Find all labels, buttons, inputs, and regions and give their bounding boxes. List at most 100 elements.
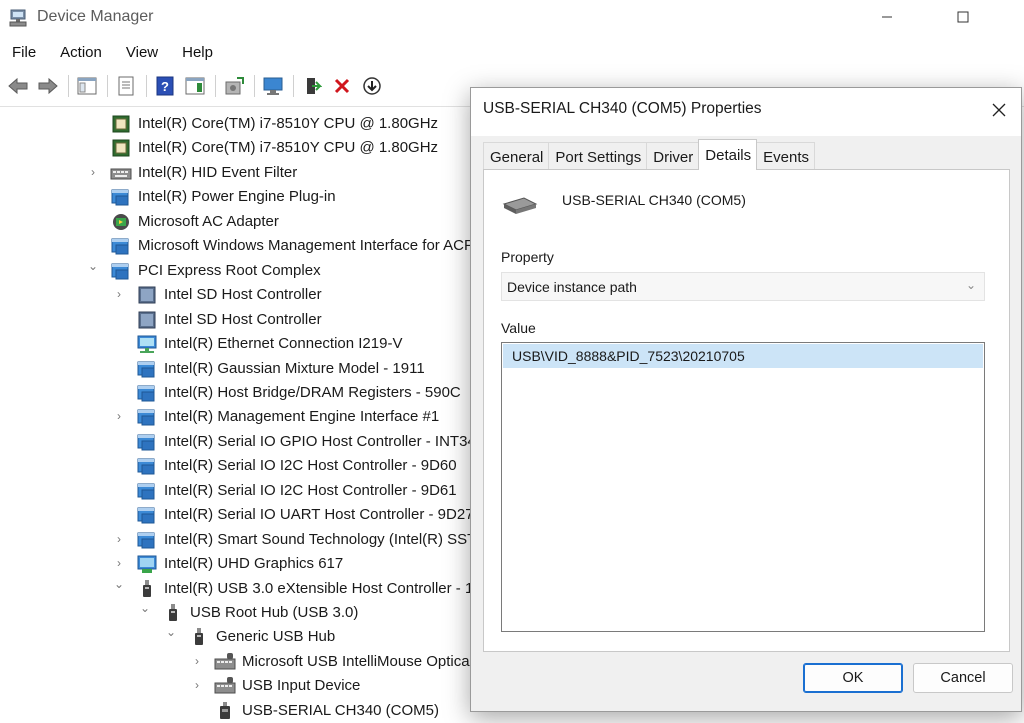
tree-item-label: Intel(R) Serial IO UART Host Controller … <box>164 506 474 524</box>
properties-button[interactable] <box>114 74 138 98</box>
chevron-down-icon: ⌄ <box>965 278 976 292</box>
menu-bar: File Action View Help <box>0 40 225 66</box>
action-pane-button[interactable] <box>183 74 207 98</box>
tree-item[interactable]: Intel(R) Core(TM) i7-8510Y CPU @ 1.80GHz <box>0 136 470 160</box>
expand-chevron-icon[interactable]: › <box>190 654 204 668</box>
tree-item[interactable]: Microsoft Windows Management Interface f… <box>0 234 478 258</box>
title-bar: Device Manager <box>0 0 1024 36</box>
menu-file[interactable]: File <box>0 40 48 66</box>
toolbar-separator <box>215 75 216 97</box>
tab-port-settings[interactable]: Port Settings <box>548 142 648 170</box>
expand-chevron-icon[interactable]: › <box>112 532 126 546</box>
usb-serial-device-icon <box>502 197 538 214</box>
tab-events[interactable]: Events <box>756 142 815 170</box>
device-name: USB-SERIAL CH340 (COM5) <box>562 192 746 208</box>
tree-item[interactable]: Intel(R) Ethernet Connection I219-V <box>0 332 470 356</box>
tree-item-label: Intel(R) Core(TM) i7-8510Y CPU @ 1.80GHz <box>138 139 439 157</box>
tab-details[interactable]: Details <box>698 139 758 170</box>
forward-button[interactable] <box>36 74 60 98</box>
tree-item[interactable]: Intel(R) Serial IO UART Host Controller … <box>0 503 474 527</box>
menu-view[interactable]: View <box>114 40 170 66</box>
system-device-icon <box>136 530 158 550</box>
tree-item-label: USB-SERIAL CH340 (COM5) <box>242 701 439 719</box>
usb-icon <box>136 579 158 599</box>
value-list[interactable]: USB\VID_8888&PID_7523\20210705 <box>501 342 985 632</box>
expand-chevron-icon[interactable]: › <box>190 678 204 692</box>
system-device-icon <box>136 407 158 427</box>
hid-icon <box>214 652 236 672</box>
value-label: Value <box>501 320 536 336</box>
collapse-chevron-icon[interactable]: ⌄ <box>164 625 178 639</box>
toolbar-separator <box>107 75 108 97</box>
window-title: Device Manager <box>37 8 154 25</box>
value-list-item[interactable]: USB\VID_8888&PID_7523\20210705 <box>503 344 983 368</box>
tree-item-label: Microsoft AC Adapter <box>138 212 279 230</box>
dialog-close-button[interactable] <box>979 94 1019 126</box>
tree-item[interactable]: Intel(R) Serial IO I2C Host Controller -… <box>0 454 470 478</box>
tree-item[interactable]: ⌄ PCI Express Root Complex <box>0 259 470 283</box>
help-icon: ? <box>156 76 174 96</box>
expand-chevron-icon[interactable]: › <box>112 556 126 570</box>
tree-item-label: Intel SD Host Controller <box>164 286 322 304</box>
tree-item[interactable]: Microsoft AC Adapter <box>0 210 470 234</box>
tree-item[interactable]: › USB Input Device <box>0 674 470 698</box>
enable-device-button[interactable] <box>300 74 324 98</box>
expand-chevron-icon[interactable]: › <box>112 409 126 423</box>
svg-text:?: ? <box>161 79 169 94</box>
tree-item[interactable]: › Intel(R) UHD Graphics 617 <box>0 552 470 576</box>
system-device-icon <box>110 236 132 256</box>
tab-driver[interactable]: Driver <box>646 142 700 170</box>
ok-button[interactable]: OK <box>803 663 903 693</box>
collapse-chevron-icon[interactable]: ⌄ <box>112 577 126 591</box>
forward-arrow-icon <box>38 77 58 95</box>
update-driver-icon <box>225 77 244 95</box>
tree-item[interactable]: ⌄ USB Root Hub (USB 3.0) <box>0 601 470 625</box>
collapse-chevron-icon[interactable]: ⌄ <box>138 601 152 615</box>
collapse-chevron-icon[interactable]: ⌄ <box>86 259 100 273</box>
property-select[interactable]: Device instance path ⌄ <box>501 272 985 301</box>
scan-hardware-changes-button[interactable] <box>261 74 285 98</box>
sd-host-icon <box>136 310 158 330</box>
tree-item[interactable]: Intel(R) Gaussian Mixture Model - 1911 <box>0 357 470 381</box>
system-device-icon <box>136 383 158 403</box>
expand-chevron-icon[interactable]: › <box>86 165 100 179</box>
tree-item-label: Generic USB Hub <box>216 628 336 646</box>
disable-device-icon <box>363 77 381 95</box>
tree-item-label: Intel(R) Serial IO GPIO Host Controller … <box>164 432 493 450</box>
tree-item[interactable]: › Intel(R) Smart Sound Technology (Intel(… <box>0 528 481 552</box>
uninstall-device-button[interactable] <box>330 74 354 98</box>
update-driver-button[interactable] <box>222 74 246 98</box>
property-select-value: Device instance path <box>507 279 637 295</box>
help-button[interactable]: ? <box>153 74 177 98</box>
tree-item-label: Microsoft Windows Management Interface f… <box>138 237 479 255</box>
tree-item[interactable]: Intel(R) Serial IO GPIO Host Controller … <box>0 430 492 454</box>
tree-item-label: Intel(R) Power Engine Plug-in <box>138 188 336 206</box>
maximize-button[interactable] <box>940 0 986 34</box>
system-device-icon <box>136 505 158 525</box>
minimize-button[interactable] <box>864 0 910 34</box>
show-hide-console-tree-button[interactable] <box>75 74 99 98</box>
tree-item[interactable]: › Intel(R) HID Event Filter <box>0 161 470 185</box>
tree-item[interactable]: ⌄ Intel(R) USB 3.0 eXtensible Host Contro… <box>0 577 569 601</box>
cancel-button[interactable]: Cancel <box>913 663 1013 693</box>
tab-general[interactable]: General <box>483 142 550 170</box>
menu-action[interactable]: Action <box>48 40 114 66</box>
expand-chevron-icon[interactable]: › <box>112 287 126 301</box>
tree-item[interactable]: ⌄ Generic USB Hub <box>0 625 470 649</box>
toolbar-separator <box>68 75 69 97</box>
back-button[interactable] <box>6 74 30 98</box>
tree-item[interactable]: Intel SD Host Controller <box>0 308 470 332</box>
tree-item[interactable]: Intel(R) Core(TM) i7-8510Y CPU @ 1.80GHz <box>0 112 470 136</box>
tree-item[interactable]: Intel(R) Host Bridge/DRAM Registers - 59… <box>0 381 470 405</box>
tree-item[interactable]: Intel(R) Serial IO I2C Host Controller -… <box>0 479 470 503</box>
tree-item[interactable]: USB-SERIAL CH340 (COM5) <box>0 699 470 723</box>
tree-item[interactable]: Intel(R) Power Engine Plug-in <box>0 185 470 209</box>
menu-help[interactable]: Help <box>170 40 225 66</box>
tree-item[interactable]: › Intel SD Host Controller <box>0 283 470 307</box>
minimize-icon <box>882 16 892 18</box>
system-device-icon <box>110 187 132 207</box>
enable-device-icon <box>307 78 322 94</box>
tree-item[interactable]: › Microsoft USB IntelliMouse Optical <box>0 650 473 674</box>
disable-device-button[interactable] <box>360 74 384 98</box>
tree-item[interactable]: › Intel(R) Management Engine Interface #1 <box>0 405 470 429</box>
